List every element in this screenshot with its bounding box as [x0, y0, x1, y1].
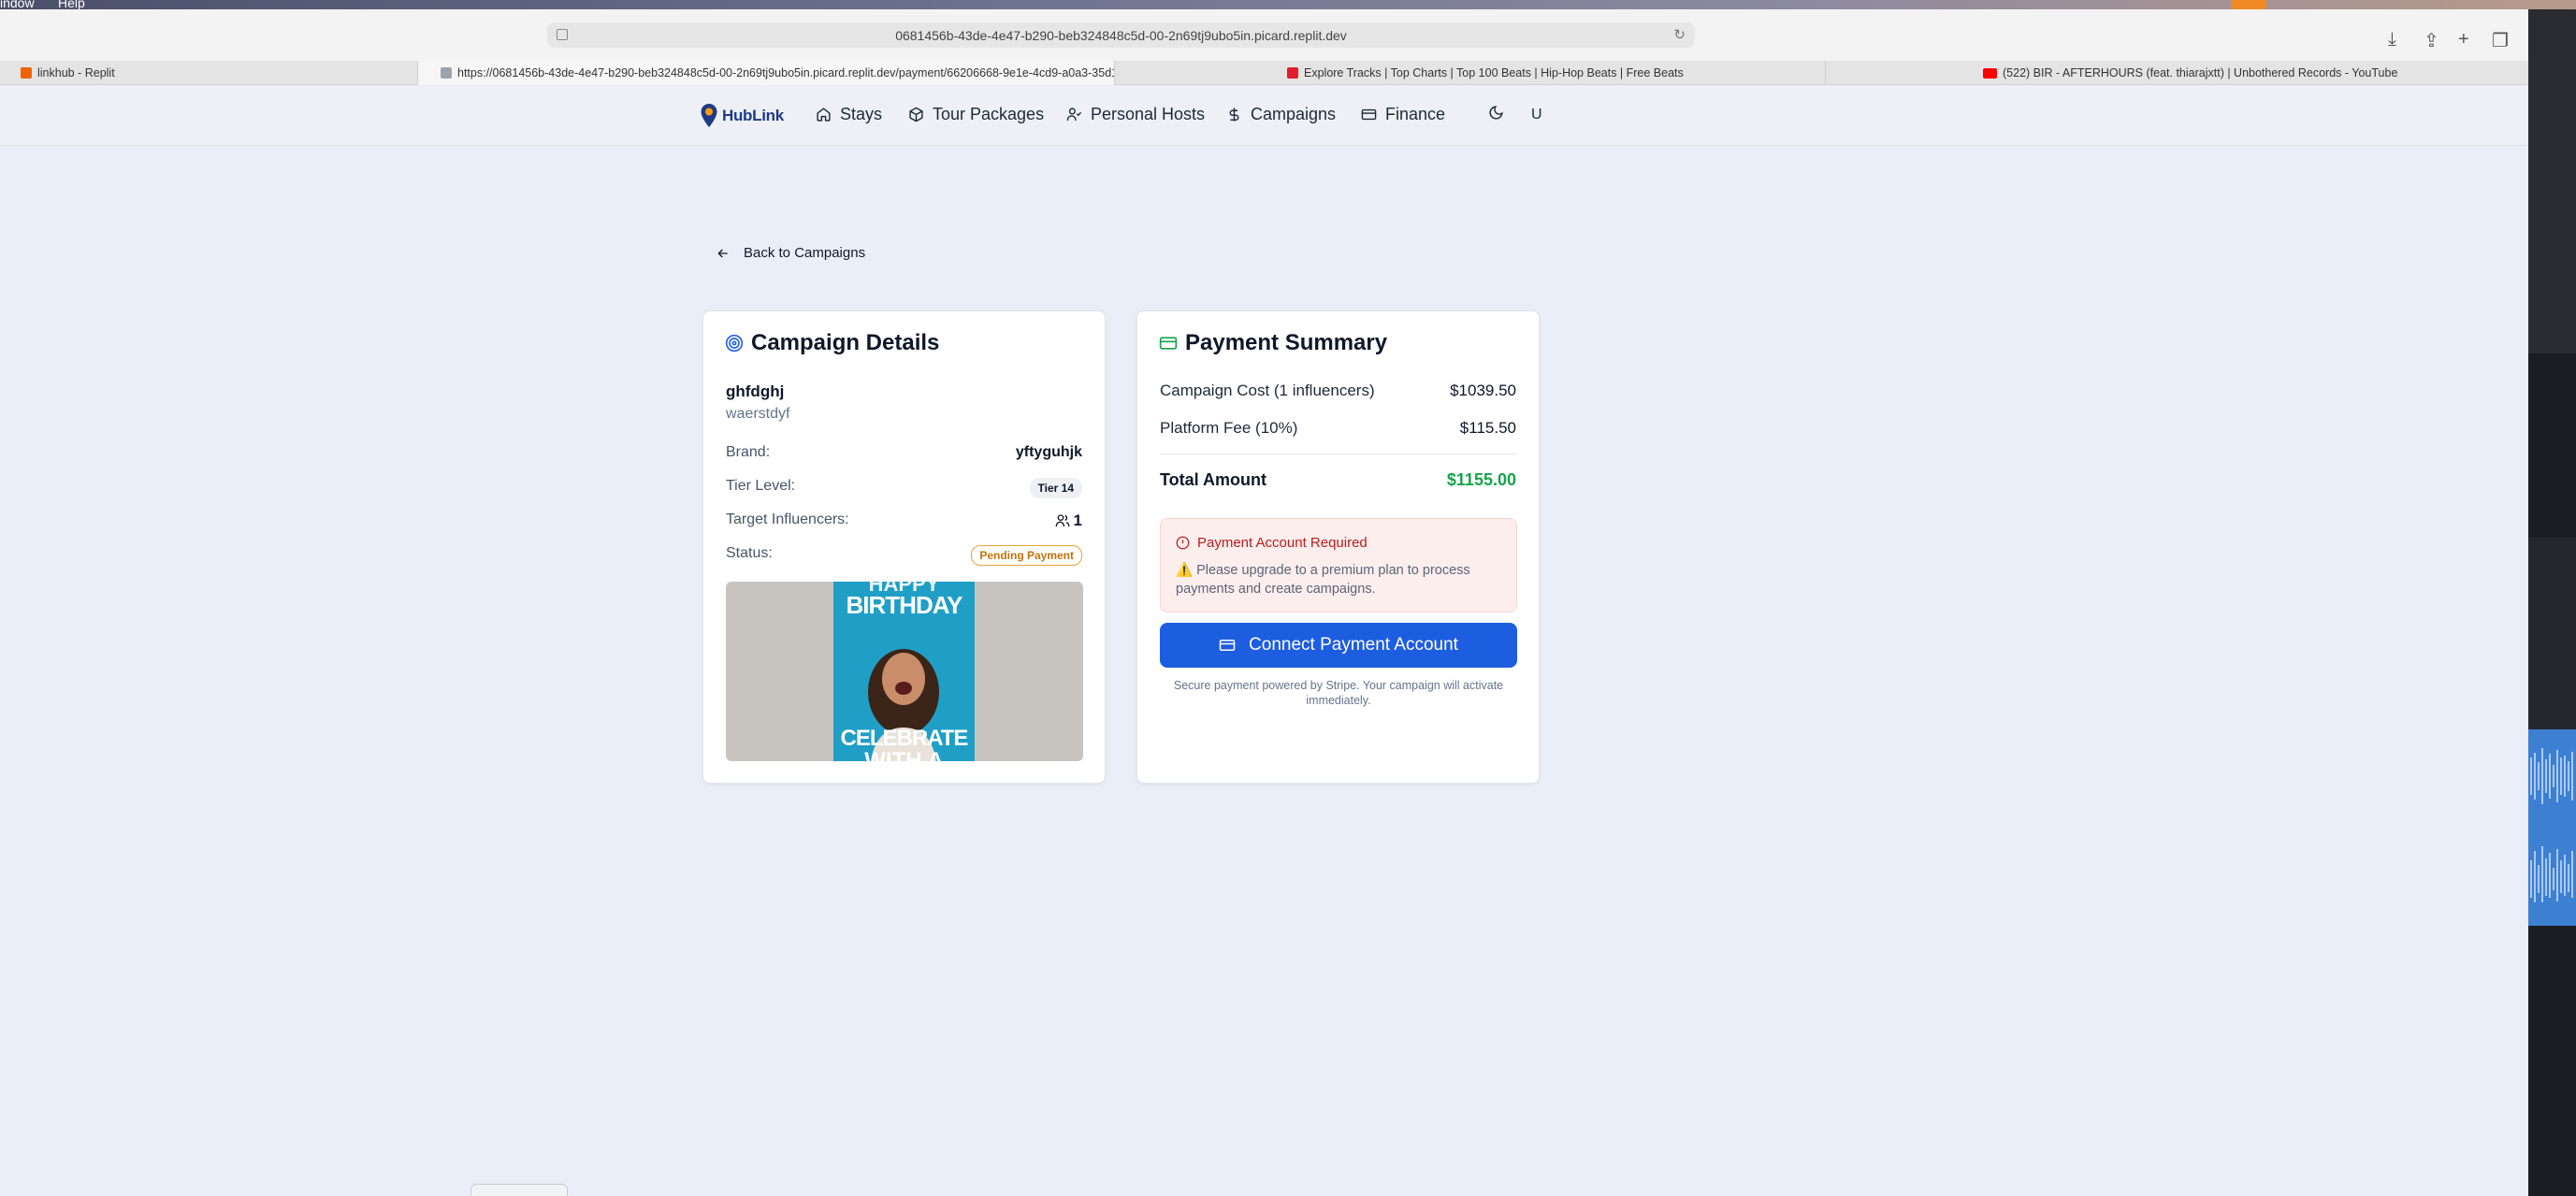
share-icon[interactable]: ⇪	[2424, 29, 2439, 52]
address-bar[interactable]: 0681456b-43de-4e47-b290-beb324848c5d-00-…	[547, 22, 1695, 48]
bottom-floating-element[interactable]	[470, 1184, 568, 1196]
youtube-favicon-icon	[1983, 68, 1997, 79]
os-menubar: indow Help	[0, 0, 2576, 10]
fee-label: Platform Fee (10%)	[1160, 419, 1298, 437]
tab-explore-tracks[interactable]: Explore Tracks | Top Charts | Top 100 Be…	[1115, 61, 1826, 85]
payment-summary-card: Payment Summary Campaign Cost (1 influen…	[1136, 310, 1540, 784]
back-link-label: Back to Campaigns	[744, 245, 866, 261]
status-badge: Pending Payment	[971, 545, 1082, 566]
nav-label: Finance	[1385, 105, 1446, 123]
platform-fee-row: Platform Fee (10%) $115.50	[1160, 419, 1516, 438]
alert-title: Payment Account Required	[1197, 535, 1368, 551]
background-panel	[2528, 538, 2576, 741]
replit-favicon-icon	[21, 67, 32, 79]
tab-linkhub-replit[interactable]: linkhub - Replit	[0, 61, 418, 85]
address-url[interactable]: 0681456b-43de-4e47-b290-beb324848c5d-00-…	[547, 28, 1695, 43]
tab-label: linkhub - Replit	[37, 66, 115, 79]
status-row: Status: Pending Payment	[726, 545, 1082, 568]
alert-header: Payment Account Required	[1176, 535, 1368, 551]
background-panel	[2528, 9, 2576, 353]
user-menu[interactable]: U	[1531, 107, 1542, 123]
beats-favicon-icon	[1287, 67, 1298, 79]
audio-waveform	[2528, 729, 2576, 926]
section-title-text: Campaign Details	[751, 330, 940, 355]
poster-text-main: BIRTHDAY	[846, 591, 963, 619]
alert-circle-icon	[1176, 536, 1190, 550]
total-amount-row: Total Amount $1155.00	[1160, 470, 1516, 490]
influencers-label: Target Influencers:	[726, 512, 849, 527]
logo-text: HubLink	[722, 107, 784, 124]
dollar-icon	[1229, 108, 1239, 122]
payment-account-alert: Payment Account Required ⚠️ Please upgra…	[1160, 518, 1517, 612]
influencers-count: 1	[1073, 512, 1082, 529]
credit-card-icon	[1159, 337, 1178, 350]
credit-card-icon	[1361, 108, 1377, 121]
connect-payment-account-button[interactable]: Connect Payment Account	[1160, 623, 1517, 668]
background-app-window	[2528, 9, 2576, 1196]
brand-row: Brand: yftyguhjk	[726, 444, 1082, 467]
campaign-description: waerstdyf	[726, 406, 790, 422]
menubar-status-icon[interactable]	[2231, 0, 2266, 9]
tab-label: https://0681456b-43de-4e47-b290-beb32484…	[457, 66, 1115, 79]
new-tab-icon[interactable]: +	[2458, 29, 2469, 50]
nav-finance[interactable]: Finance	[1361, 105, 1445, 124]
tier-badge: Tier 14	[1029, 478, 1082, 498]
influencers-value: 1	[1055, 512, 1082, 530]
users-icon	[1055, 514, 1069, 526]
campaign-image: HAPPY BIRTHDAY CELEBRATE WITH A	[726, 582, 1083, 761]
target-influencers-row: Target Influencers: 1	[726, 512, 1082, 534]
fee-value: $115.50	[1459, 419, 1516, 437]
campaign-details-title: Campaign Details	[725, 330, 939, 356]
map-pin-icon	[700, 103, 718, 129]
status-label: Status:	[726, 545, 773, 561]
hublink-logo[interactable]: HubLink	[700, 101, 784, 131]
tier-row: Tier Level: Tier 14	[726, 478, 1082, 500]
brand-value: yftyguhjk	[1015, 444, 1082, 460]
target-icon	[725, 334, 744, 353]
cost-value: $1039.50	[1450, 382, 1516, 399]
tab-overview-icon[interactable]: ❐	[2492, 29, 2509, 52]
nav-label: Campaigns	[1251, 105, 1337, 123]
theme-toggle-moon-icon[interactable]	[1488, 105, 1504, 125]
tab-label: Explore Tracks | Top Charts | Top 100 Be…	[1304, 66, 1684, 79]
app-header: HubLink Stays Tour Packages Personal Hos…	[0, 86, 2528, 146]
package-icon	[909, 107, 923, 122]
user-check-icon	[1066, 108, 1082, 121]
tab-label: (522) BIR - AFTERHOURS (feat. thiarajxtt…	[2003, 66, 2398, 79]
birthday-poster-image: HAPPY BIRTHDAY CELEBRATE WITH A	[833, 582, 975, 761]
alert-body: ⚠️ Please upgrade to a premium plan to p…	[1176, 563, 1470, 597]
browser-toolbar: 0681456b-43de-4e47-b290-beb324848c5d-00-…	[0, 9, 2528, 61]
total-value: $1155.00	[1446, 470, 1516, 489]
credit-card-icon	[1219, 640, 1236, 651]
page-favicon-icon	[441, 67, 452, 79]
arrow-left-icon	[717, 249, 728, 257]
section-title-text: Payment Summary	[1185, 330, 1388, 355]
poster-text-bottom-2: WITH A	[864, 748, 944, 761]
total-label: Total Amount	[1160, 470, 1266, 489]
tab-payment-page[interactable]: https://0681456b-43de-4e47-b290-beb32484…	[418, 61, 1115, 85]
home-icon	[817, 108, 831, 122]
secure-payment-note: Secure payment powered by Stripe. Your c…	[1173, 679, 1504, 707]
nav-personal-hosts[interactable]: Personal Hosts	[1066, 105, 1205, 124]
campaign-cost-row: Campaign Cost (1 influencers) $1039.50	[1160, 382, 1516, 400]
back-to-campaigns-link[interactable]: Back to Campaigns	[716, 245, 865, 261]
nav-stays[interactable]: Stays	[816, 105, 882, 124]
campaign-details-card: Campaign Details ghfdghj waerstdyf Brand…	[702, 310, 1106, 784]
brand-label: Brand:	[726, 444, 771, 460]
campaign-name: ghfdghj	[726, 382, 785, 400]
download-icon[interactable]: ⤓	[2388, 29, 2396, 50]
nav-label: Personal Hosts	[1091, 105, 1206, 123]
tab-youtube[interactable]: (522) BIR - AFTERHOURS (feat. thiarajxtt…	[1826, 61, 2528, 85]
nav-tour-packages[interactable]: Tour Packages	[908, 105, 1044, 124]
nav-campaigns[interactable]: Campaigns	[1226, 105, 1336, 124]
button-label: Connect Payment Account	[1249, 635, 1458, 655]
tier-label: Tier Level:	[726, 478, 796, 494]
tab-bar: linkhub - Replit https://0681456b-43de-4…	[0, 61, 2528, 85]
nav-label: Stays	[840, 105, 883, 123]
cost-label: Campaign Cost (1 influencers)	[1160, 382, 1375, 399]
payment-summary-title: Payment Summary	[1159, 330, 1387, 356]
reload-icon[interactable]: ↻	[1673, 26, 1686, 43]
nav-label: Tour Packages	[933, 105, 1045, 123]
